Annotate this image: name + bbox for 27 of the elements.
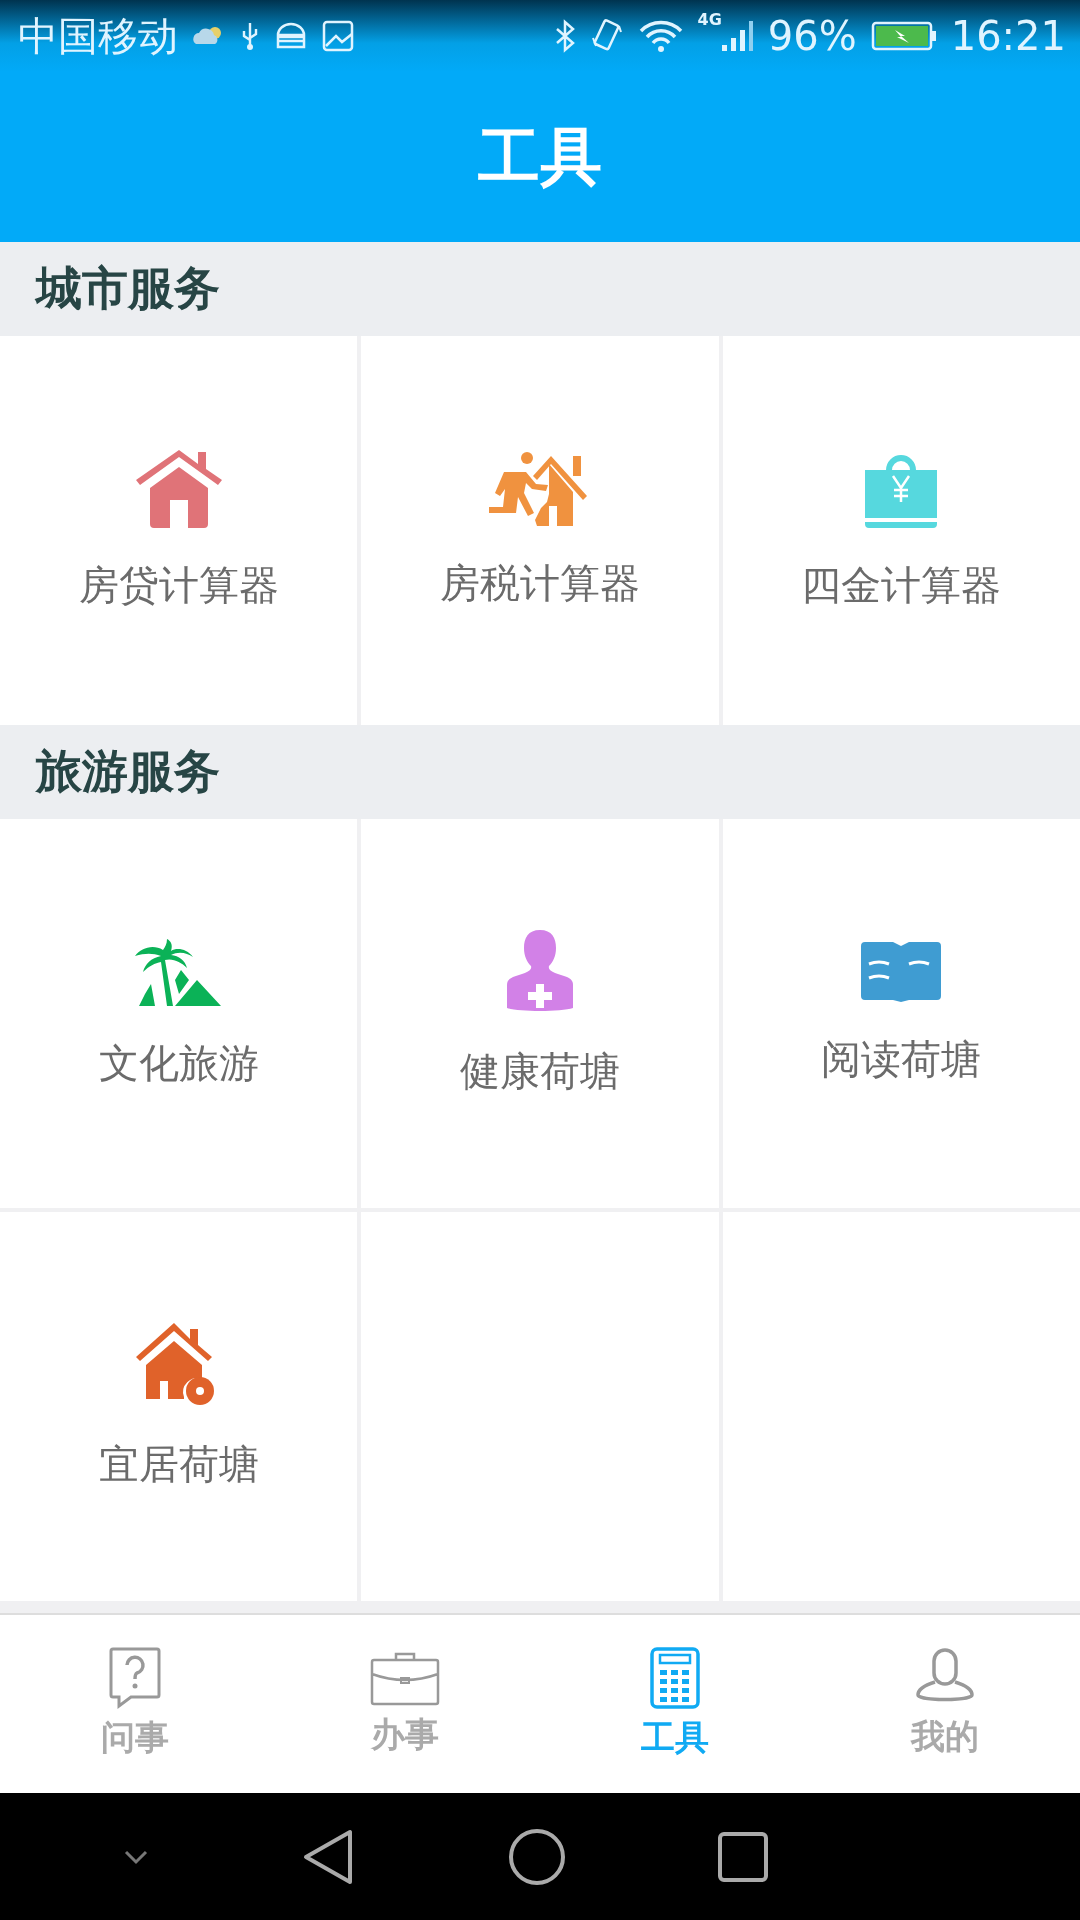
section-title: 城市服务	[36, 260, 220, 317]
network-type: 4G	[697, 10, 722, 29]
person-plus-icon	[505, 928, 575, 1014]
house-icon	[133, 448, 224, 528]
battery-icon	[870, 20, 937, 52]
open-book-icon	[861, 940, 942, 1002]
page-title: 工具	[478, 119, 602, 195]
tool-tile[interactable]: 四金计算器	[722, 336, 1080, 725]
image-icon	[322, 20, 354, 52]
tool-tile[interactable]: 健康荷塘	[361, 819, 719, 1208]
carrier-name: 中国移动	[18, 11, 178, 61]
briefcase-icon	[370, 1650, 440, 1706]
tool-tile[interactable]: 文化旅游	[0, 819, 358, 1208]
battery-percent: 96%	[767, 13, 857, 59]
home-icon[interactable]	[507, 1827, 566, 1886]
clock-time: 16:21	[950, 13, 1066, 59]
calculator-icon	[650, 1647, 700, 1709]
question-bubble-icon	[109, 1647, 161, 1709]
usb-icon	[240, 21, 260, 51]
recents-icon[interactable]	[717, 1830, 770, 1883]
signal-icon	[719, 19, 754, 53]
section-title: 旅游服务	[36, 743, 220, 800]
tool-tile[interactable]: 房贷计算器	[0, 336, 358, 725]
tool-tile[interactable]: 房税计算器	[361, 336, 719, 725]
tool-tile[interactable]: 阅读荷塘	[722, 819, 1080, 1208]
tool-tile[interactable]: 宜居荷塘	[0, 1212, 358, 1601]
wifi-icon	[637, 19, 684, 53]
